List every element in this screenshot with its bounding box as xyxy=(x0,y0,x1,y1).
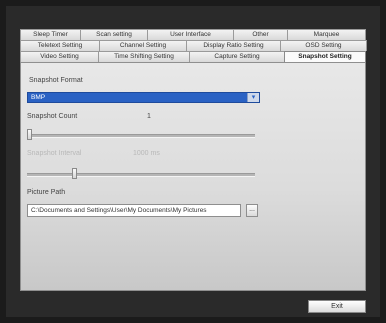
tab-sleep-timer[interactable]: Sleep Timer xyxy=(20,29,81,40)
snapshot-interval-slider[interactable] xyxy=(71,168,77,179)
tab-capture-setting[interactable]: Capture Setting xyxy=(189,51,285,62)
tab-user-interface[interactable]: User Interface xyxy=(147,29,234,40)
tab-other[interactable]: Other xyxy=(233,29,288,40)
picture-path-label: Picture Path xyxy=(27,189,66,196)
tab-scan-setting[interactable]: Scan setting xyxy=(80,29,148,40)
snapshot-count-label: Snapshot Count xyxy=(27,113,78,120)
snapshot-count-slider[interactable] xyxy=(27,129,32,140)
tab-osd-setting[interactable]: OSD Setting xyxy=(280,40,367,51)
tab-teletext-setting[interactable]: Teletext Setting xyxy=(20,40,100,51)
browse-button[interactable]: ... xyxy=(246,204,258,217)
tab-strip: Sleep Timer Scan setting User Interface … xyxy=(20,29,367,62)
tab-channel-setting[interactable]: Channel Setting xyxy=(99,40,187,51)
snapshot-count-value: 1 xyxy=(147,113,151,120)
snapshot-interval-track xyxy=(27,173,255,177)
tab-time-shifting-setting[interactable]: Time Shifting Setting xyxy=(98,51,190,62)
snapshot-format-value: BMP xyxy=(31,94,46,101)
exit-button[interactable]: Exit xyxy=(308,300,366,313)
tab-row-2: Teletext Setting Channel Setting Display… xyxy=(20,40,367,51)
tab-marquee[interactable]: Marquee xyxy=(287,29,366,40)
tab-video-setting[interactable]: Video Setting xyxy=(20,51,99,62)
snapshot-format-select[interactable]: BMP ▾ xyxy=(27,92,260,103)
snapshot-format-label: Snapshot Format xyxy=(29,77,83,84)
picture-path-input[interactable]: C:\Documents and Settings\User\My Docume… xyxy=(27,204,241,217)
tab-display-ratio-setting[interactable]: Display Ratio Setting xyxy=(186,40,281,51)
tab-row-3: Video Setting Time Shifting Setting Capt… xyxy=(20,51,366,62)
snapshot-settings-panel: Snapshot Format BMP ▾ Snapshot Count 1 S… xyxy=(20,62,366,291)
tab-row-1: Sleep Timer Scan setting User Interface … xyxy=(20,29,366,40)
snapshot-interval-value: 1000 ms xyxy=(133,150,160,157)
tab-snapshot-setting[interactable]: Snapshot Setting xyxy=(284,51,366,62)
snapshot-interval-label: Snapshot Interval xyxy=(27,150,82,157)
snapshot-count-track xyxy=(27,134,255,138)
chevron-down-icon[interactable]: ▾ xyxy=(247,93,259,102)
